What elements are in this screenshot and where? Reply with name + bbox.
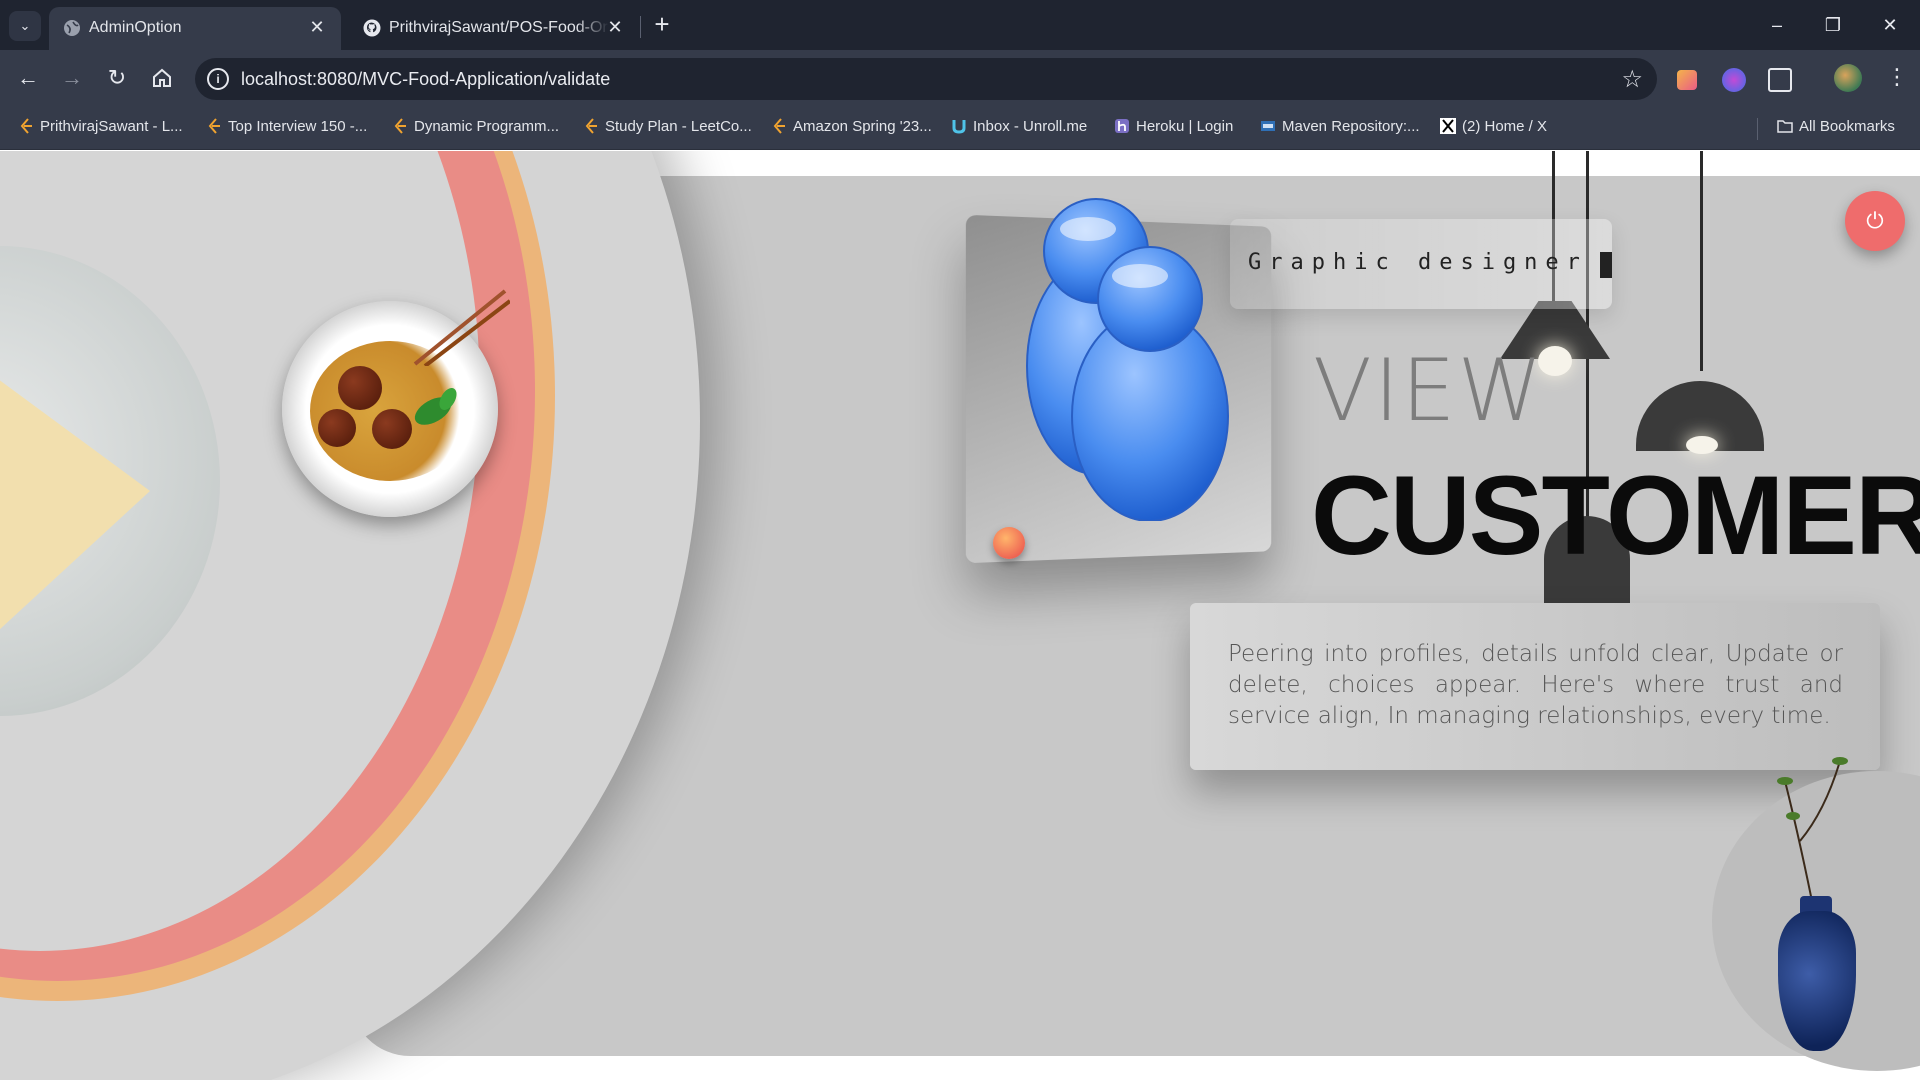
power-icon: ⏻ — [1866, 208, 1883, 233]
minimize-icon: – — [1772, 15, 1782, 35]
chopsticks-image — [410, 286, 510, 366]
chevron-down-icon: ⌄ — [20, 18, 31, 33]
bookmark-item[interactable]: (2) Home / X — [1440, 118, 1547, 140]
new-tab-button[interactable]: + — [650, 11, 674, 39]
github-icon — [363, 19, 381, 37]
typing-cursor — [1600, 252, 1612, 278]
profile-avatar[interactable] — [1834, 64, 1862, 92]
extensions-puzzle-icon[interactable] — [1768, 68, 1792, 92]
plant-branch-image — [1745, 721, 1865, 921]
back-button[interactable]: ← — [12, 62, 44, 94]
folder-icon — [1777, 118, 1793, 134]
maven-icon — [1260, 118, 1276, 134]
bookmark-item[interactable]: Study Plan - LeetCo... — [583, 118, 752, 140]
all-bookmarks-button[interactable]: All Bookmarks — [1777, 118, 1895, 140]
x-icon — [1440, 118, 1456, 134]
tab-adminoption[interactable]: AdminOption ✕ — [49, 7, 341, 50]
close-icon[interactable]: ✕ — [605, 17, 625, 37]
plus-icon: + — [654, 9, 669, 39]
bookmark-item[interactable]: Dynamic Programm... — [392, 118, 559, 140]
bookmarks-bar: PrithvirajSawant - L... Top Interview 15… — [0, 108, 1920, 150]
vase-image — [1778, 911, 1856, 1051]
reload-icon: ↻ — [108, 65, 126, 90]
bookmark-item[interactable]: PrithvirajSawant - L... — [18, 118, 183, 140]
bookmark-item[interactable]: Maven Repository:... — [1260, 118, 1420, 140]
restore-icon: ❐ — [1825, 15, 1841, 35]
forward-button[interactable]: → — [56, 62, 88, 94]
tab-github[interactable]: PrithvirajSawant/POS-Food-Orc ✕ — [349, 7, 639, 50]
lamp-cord — [1700, 151, 1703, 371]
home-button[interactable] — [146, 62, 178, 94]
bookmark-item[interactable]: Heroku | Login — [1114, 118, 1233, 140]
leetcode-icon — [206, 118, 222, 134]
kebab-menu-icon[interactable]: ⋮ — [1886, 62, 1898, 92]
bookmark-separator — [1757, 118, 1758, 140]
globe-icon — [63, 19, 81, 37]
users-icon — [1010, 191, 1240, 521]
leetcode-icon — [771, 118, 787, 134]
unroll-icon — [951, 118, 967, 134]
browser-toolbar: ← → ↻ i localhost:8080/MVC-Food-Applicat… — [0, 50, 1920, 108]
heroku-icon — [1114, 118, 1130, 134]
leetcode-icon — [583, 118, 599, 134]
tab-search-button[interactable]: ⌄ — [9, 11, 41, 41]
arrow-right-icon: → — [61, 65, 83, 90]
view-heading: VIEW — [1313, 341, 1545, 441]
customers-heading[interactable]: CUSTOMERS — [1311, 451, 1920, 580]
leetcode-icon — [392, 118, 408, 134]
close-icon[interactable]: ✕ — [307, 17, 327, 37]
pen-extension-icon[interactable] — [1677, 70, 1697, 90]
logout-button[interactable]: ⏻ — [1845, 191, 1905, 251]
tab-title: PrithvirajSawant/POS-Food-Orc — [389, 19, 609, 37]
arrow-left-icon: ← — [17, 65, 39, 90]
meatball-image — [338, 366, 382, 410]
reload-button[interactable]: ↻ — [101, 62, 133, 94]
site-info-icon[interactable]: i — [207, 68, 229, 90]
description-text: Peering into profiles, details unfold cl… — [1228, 639, 1843, 732]
bookmark-item[interactable]: Amazon Spring '23... — [771, 118, 932, 140]
bookmark-item[interactable]: Top Interview 150 -... — [206, 118, 367, 140]
minimize-button[interactable]: – — [1762, 10, 1792, 40]
restore-button[interactable]: ❐ — [1818, 10, 1848, 40]
tab-strip: ⌄ AdminOption ✕ PrithvirajSawant/POS-Foo… — [0, 0, 1920, 50]
basil-leaf-image — [408, 381, 468, 441]
brain-extension-icon[interactable] — [1722, 68, 1746, 92]
typing-text: Graphic designer — [1248, 250, 1588, 275]
meatball-image — [372, 409, 412, 449]
address-bar[interactable]: i localhost:8080/MVC-Food-Application/va… — [195, 58, 1657, 100]
tab-separator — [640, 16, 641, 38]
close-window-button[interactable]: ✕ — [1875, 10, 1905, 40]
card-dot-indicator — [993, 527, 1025, 559]
close-icon: ✕ — [1882, 15, 1897, 35]
meatball-image — [318, 409, 356, 447]
leetcode-icon — [18, 118, 34, 134]
home-icon — [151, 67, 173, 89]
url-text[interactable]: localhost:8080/MVC-Food-Application/vali… — [241, 69, 610, 90]
bookmark-star-icon[interactable]: ☆ — [1621, 65, 1643, 94]
tab-title: AdminOption — [89, 19, 309, 37]
page-content: Graphic designer VIEW CUSTOMERS Peering … — [0, 151, 1920, 1080]
bookmark-item[interactable]: Inbox - Unroll.me — [951, 118, 1087, 140]
